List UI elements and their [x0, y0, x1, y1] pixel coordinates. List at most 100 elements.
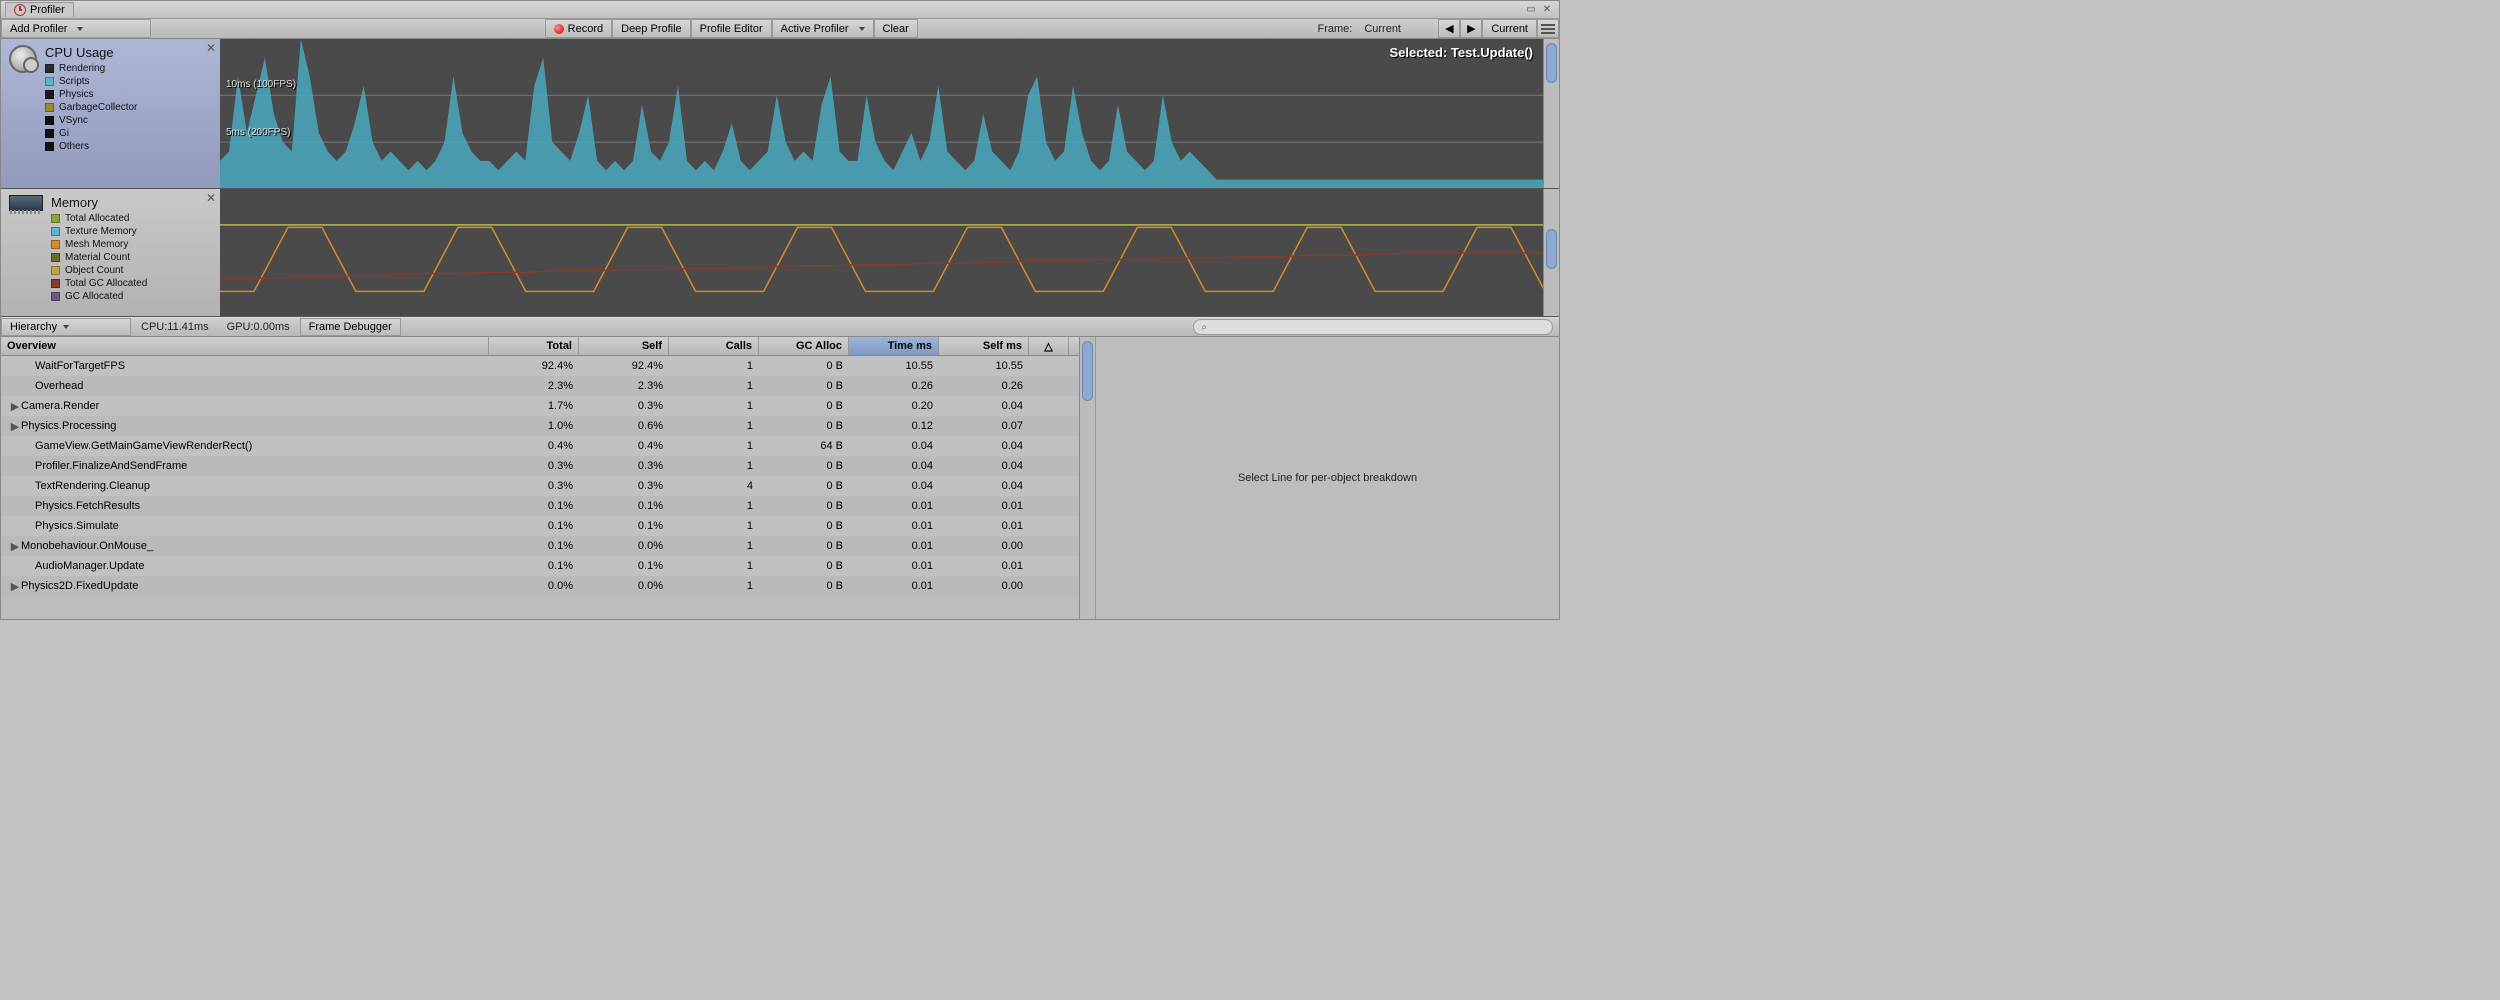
search-input[interactable] [1193, 319, 1553, 335]
legend-item[interactable]: VSync [45, 114, 137, 127]
row-name: Physics.FetchResults [35, 500, 140, 512]
dock-icon[interactable]: ▭ [1523, 3, 1539, 17]
col-overview[interactable]: Overview [1, 337, 489, 355]
clear-button[interactable]: Clear [874, 19, 918, 38]
close-icon[interactable]: ✕ [206, 191, 216, 205]
active-profiler-dropdown[interactable]: Active Profiler [772, 19, 874, 38]
record-button[interactable]: Record [545, 19, 612, 38]
row-name: Physics.Processing [21, 420, 116, 432]
table-header: Overview Total Self Calls GC Alloc Time … [1, 337, 1079, 356]
legend-item[interactable]: Material Count [51, 251, 147, 264]
close-icon[interactable]: ✕ [206, 41, 216, 55]
row-calls: 1 [669, 540, 759, 552]
row-name: Physics.Simulate [35, 520, 119, 532]
table-row[interactable]: ▶Monobehaviour.OnMouse_ 0.1% 0.0% 1 0 B … [1, 536, 1079, 556]
legend-item[interactable]: Total Allocated [51, 212, 147, 225]
table-row[interactable]: Physics.Simulate 0.1% 0.1% 1 0 B 0.01 0.… [1, 516, 1079, 536]
col-self[interactable]: Self [579, 337, 669, 355]
row-calls: 1 [669, 500, 759, 512]
expand-icon[interactable]: ▶ [9, 580, 21, 593]
row-time: 0.26 [849, 380, 939, 392]
row-time: 0.04 [849, 440, 939, 452]
row-self: 0.0% [579, 580, 669, 592]
table-row[interactable]: TextRendering.Cleanup 0.3% 0.3% 4 0 B 0.… [1, 476, 1079, 496]
table-row[interactable]: ▶Physics2D.FixedUpdate 0.0% 0.0% 1 0 B 0… [1, 576, 1079, 596]
table-row[interactable]: Physics.FetchResults 0.1% 0.1% 1 0 B 0.0… [1, 496, 1079, 516]
row-self: 0.3% [579, 400, 669, 412]
current-frame-button[interactable]: Current [1482, 19, 1537, 38]
expand-icon[interactable]: ▶ [9, 400, 21, 413]
table-row[interactable]: ▶Physics.Processing 1.0% 0.6% 1 0 B 0.12… [1, 416, 1079, 436]
legend-swatch [51, 292, 60, 301]
row-gc: 0 B [759, 500, 849, 512]
legend-label: Rendering [59, 62, 105, 75]
legend-item[interactable]: Rendering [45, 62, 137, 75]
legend-swatch [45, 77, 54, 86]
expand-icon[interactable]: ▶ [9, 540, 21, 553]
row-calls: 1 [669, 360, 759, 372]
legend-item[interactable]: Mesh Memory [51, 238, 147, 251]
table-scrollbar[interactable] [1079, 337, 1095, 619]
cpu-legend-panel[interactable]: ✕ CPU Usage RenderingScriptsPhysicsGarba… [1, 39, 220, 188]
cpu-chart[interactable]: Selected: Test.Update() 10ms (100FPS) 5m… [220, 39, 1543, 188]
col-gc[interactable]: GC Alloc [759, 337, 849, 355]
legend-item[interactable]: Total GC Allocated [51, 277, 147, 290]
legend-label: Others [59, 140, 89, 153]
row-name: AudioManager.Update [35, 560, 144, 572]
row-total: 92.4% [489, 360, 579, 372]
row-selfms: 0.00 [939, 580, 1029, 592]
col-calls[interactable]: Calls [669, 337, 759, 355]
legend-item[interactable]: Texture Memory [51, 225, 147, 238]
table-row[interactable]: ▶Camera.Render 1.7% 0.3% 1 0 B 0.20 0.04 [1, 396, 1079, 416]
col-time[interactable]: Time ms [849, 337, 939, 355]
next-frame-button[interactable]: ▶ [1460, 19, 1482, 38]
row-gc: 0 B [759, 380, 849, 392]
memory-chart-svg [220, 189, 1543, 316]
window-tab[interactable]: Profiler [5, 2, 74, 17]
table-row[interactable]: GameView.GetMainGameViewRenderRect() 0.4… [1, 436, 1079, 456]
chart-scrollbar[interactable] [1543, 39, 1559, 188]
legend-item[interactable]: Scripts [45, 75, 137, 88]
legend-label: Object Count [65, 264, 123, 277]
row-total: 0.3% [489, 460, 579, 472]
menu-icon [1541, 24, 1555, 34]
close-icon[interactable]: ✕ [1539, 3, 1555, 17]
legend-item[interactable]: Physics [45, 88, 137, 101]
memory-chart[interactable] [220, 189, 1543, 316]
col-selfms[interactable]: Self ms [939, 337, 1029, 355]
table-row[interactable]: Profiler.FinalizeAndSendFrame 0.3% 0.3% … [1, 456, 1079, 476]
expand-icon[interactable]: ▶ [9, 420, 21, 433]
row-gc: 0 B [759, 460, 849, 472]
table-row[interactable]: Overhead 2.3% 2.3% 1 0 B 0.26 0.26 [1, 376, 1079, 396]
table-row[interactable]: AudioManager.Update 0.1% 0.1% 1 0 B 0.01… [1, 556, 1079, 576]
window-title: Profiler [30, 4, 65, 16]
profile-editor-button[interactable]: Profile Editor [691, 19, 772, 38]
legend-item[interactable]: GC Allocated [51, 290, 147, 303]
grid-5ms-label: 5ms (200FPS) [226, 127, 290, 138]
row-selfms: 0.01 [939, 560, 1029, 572]
col-total[interactable]: Total [489, 337, 579, 355]
legend-label: Texture Memory [65, 225, 137, 238]
legend-item[interactable]: Others [45, 140, 137, 153]
deep-profile-button[interactable]: Deep Profile [612, 19, 691, 38]
cpu-chart-svg [220, 39, 1543, 188]
row-total: 1.0% [489, 420, 579, 432]
add-profiler-dropdown[interactable]: Add Profiler [1, 19, 151, 38]
toolbar-menu-button[interactable] [1537, 19, 1559, 38]
frame-debugger-button[interactable]: Frame Debugger [300, 318, 401, 336]
legend-item[interactable]: Object Count [51, 264, 147, 277]
memory-chart-row: ✕ Memory Total AllocatedTexture MemoryMe… [1, 189, 1559, 317]
row-selfms: 0.04 [939, 440, 1029, 452]
legend-item[interactable]: Gi [45, 127, 137, 140]
row-gc: 0 B [759, 580, 849, 592]
chart-scrollbar[interactable] [1543, 189, 1559, 316]
legend-item[interactable]: GarbageCollector [45, 101, 137, 114]
row-calls: 1 [669, 420, 759, 432]
hierarchy-dropdown[interactable]: Hierarchy [1, 318, 131, 336]
table-row[interactable]: WaitForTargetFPS 92.4% 92.4% 1 0 B 10.55… [1, 356, 1079, 376]
memory-legend-panel[interactable]: ✕ Memory Total AllocatedTexture MemoryMe… [1, 189, 220, 316]
row-time: 0.01 [849, 540, 939, 552]
row-self: 0.3% [579, 460, 669, 472]
prev-frame-button[interactable]: ◀ [1438, 19, 1460, 38]
col-sort-indicator[interactable]: △ [1029, 337, 1069, 355]
